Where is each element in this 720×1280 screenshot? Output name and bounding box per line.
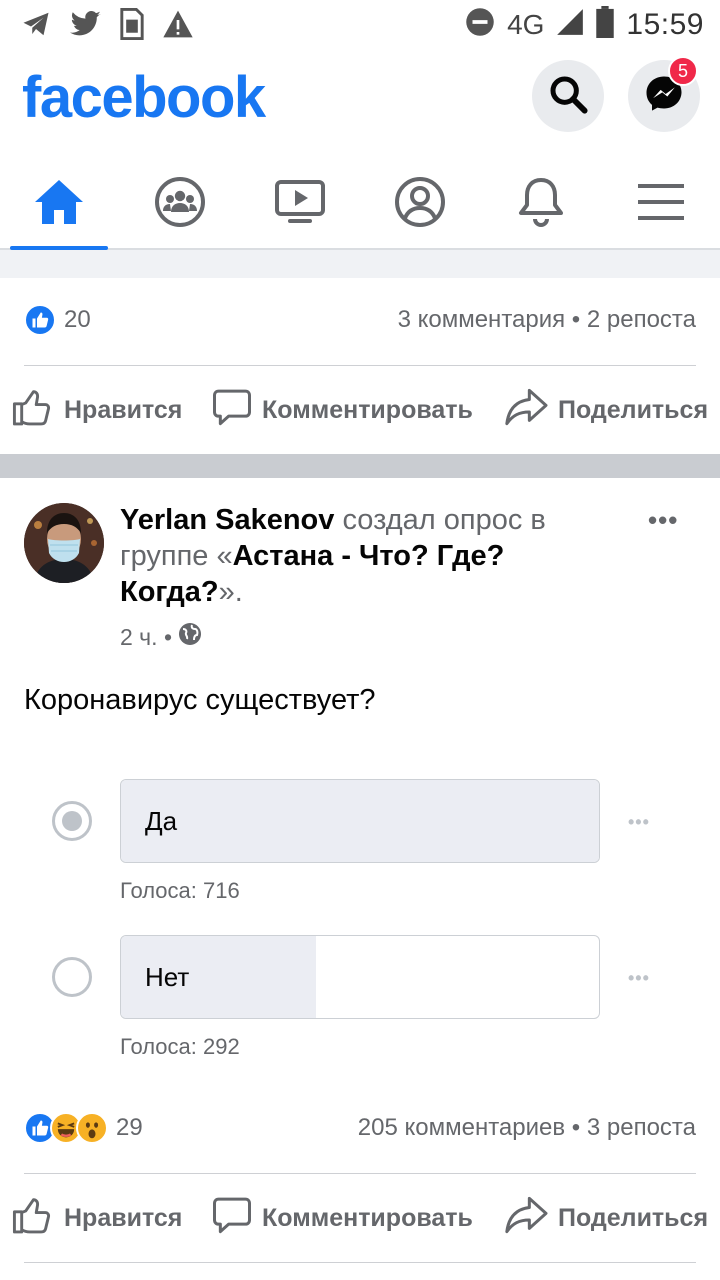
poll-radio-yes[interactable]: [52, 801, 92, 841]
poll-option-label: Да: [145, 806, 178, 836]
like-label: Нравится: [64, 395, 183, 424]
author-name[interactable]: Yerlan Sakenov: [120, 504, 334, 536]
avatar[interactable]: [24, 503, 104, 583]
post-actions: Нравится Комментировать Поделиться: [0, 1183, 720, 1253]
post-meta: 2 ч. •: [120, 622, 202, 652]
share-button[interactable]: Поделиться: [504, 1183, 708, 1253]
signal-icon: [556, 8, 584, 41]
like-button[interactable]: Нравится: [12, 375, 182, 445]
status-bar: 4G 15:59: [0, 0, 720, 50]
search-button[interactable]: [532, 60, 604, 132]
poll-option-more-button[interactable]: •••: [628, 968, 650, 989]
app-header: facebook 5: [0, 50, 720, 160]
like-reaction-icon: [24, 304, 56, 336]
post-time[interactable]: 2 ч. •: [120, 624, 172, 651]
sim-settings-icon: [120, 8, 144, 45]
post-header-text: Yerlan Sakenov создал опрос в группе «Ас…: [120, 502, 590, 610]
wow-reaction-icon: [76, 1112, 108, 1144]
share-label: Поделиться: [558, 1203, 709, 1232]
nav-tabs: [0, 160, 720, 250]
twitter-icon: [70, 10, 102, 43]
share-button[interactable]: Поделиться: [504, 375, 708, 445]
comment-bubble-icon: [212, 387, 252, 434]
messenger-button[interactable]: 5: [628, 56, 700, 132]
tab-groups[interactable]: [125, 160, 235, 248]
poll-radio-no[interactable]: [52, 957, 92, 997]
poll-question: Коронавирус существует?: [24, 684, 376, 716]
messenger-badge: 5: [668, 56, 698, 86]
hamburger-menu-icon: [638, 182, 684, 227]
facebook-logo[interactable]: facebook: [22, 64, 266, 131]
poll-votes[interactable]: Голоса: 716: [120, 878, 240, 904]
thumbs-up-icon: [12, 387, 54, 434]
feed-separator: [0, 454, 720, 478]
feed-separator: [0, 250, 720, 278]
poll-option-more-button[interactable]: •••: [628, 812, 650, 833]
search-icon: [548, 74, 588, 119]
tab-profile[interactable]: [365, 160, 475, 248]
poll-result-bar: [121, 780, 599, 862]
like-button[interactable]: Нравится: [12, 1183, 182, 1253]
divider: [24, 1262, 696, 1263]
comment-label: Комментировать: [262, 395, 473, 424]
post-options-button[interactable]: •••: [648, 505, 678, 536]
poll-option-yes[interactable]: Да: [120, 779, 600, 863]
thumbs-up-icon: [12, 1195, 54, 1242]
comments-shares-count[interactable]: 3 комментария • 2 репоста: [398, 306, 696, 334]
globe-icon: [178, 622, 202, 652]
poll-votes[interactable]: Голоса: 292: [120, 1034, 240, 1060]
battery-icon: [596, 6, 615, 43]
tab-menu[interactable]: [606, 160, 716, 248]
tab-watch[interactable]: [245, 160, 355, 248]
do-not-disturb-icon: [465, 7, 495, 42]
bell-icon: [517, 176, 565, 233]
telegram-icon: [20, 9, 52, 44]
groups-icon: [154, 176, 206, 233]
warning-icon: [162, 9, 194, 44]
home-icon: [33, 178, 85, 231]
tab-home[interactable]: [4, 160, 114, 250]
post-action-suffix: ».: [218, 576, 243, 608]
divider: [24, 365, 696, 366]
clock: 15:59: [626, 7, 704, 41]
comment-button[interactable]: Комментировать: [212, 375, 473, 445]
share-arrow-icon: [504, 1195, 548, 1242]
reaction-count[interactable]: 29: [116, 1114, 143, 1142]
post-stats: 29 205 комментариев • 3 репоста: [0, 1098, 720, 1158]
tab-notifications[interactable]: [486, 160, 596, 248]
prev-post-stats: 20 3 комментария • 2 репоста: [0, 290, 720, 350]
share-arrow-icon: [504, 387, 548, 434]
network-type: 4G: [507, 8, 545, 40]
comment-button[interactable]: Комментировать: [212, 1183, 473, 1253]
comments-shares-count[interactable]: 205 комментариев • 3 репоста: [358, 1114, 696, 1142]
reaction-count[interactable]: 20: [64, 306, 91, 334]
comment-bubble-icon: [212, 1195, 252, 1242]
share-label: Поделиться: [558, 395, 709, 424]
profile-icon: [394, 176, 446, 233]
divider: [24, 1173, 696, 1174]
poll-option-label: Нет: [145, 962, 190, 992]
prev-post-actions: Нравится Комментировать Поделиться: [0, 375, 720, 445]
like-label: Нравится: [64, 1203, 183, 1232]
watch-video-icon: [274, 178, 326, 231]
comment-label: Комментировать: [262, 1203, 473, 1232]
poll-option-no[interactable]: Нет: [120, 935, 600, 1019]
